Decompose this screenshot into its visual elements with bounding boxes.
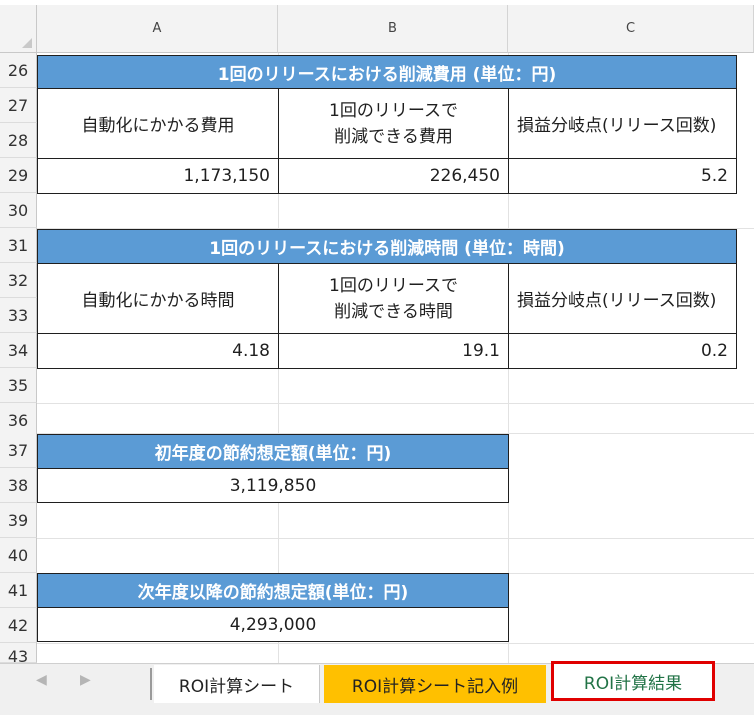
cost-breakeven-value[interactable]: 5.2 <box>508 158 737 194</box>
time-section-title[interactable]: 1回のリリースにおける削減時間 (単位：時間) <box>37 229 737 264</box>
cost-section-title[interactable]: 1回のリリースにおける削減費用 (単位：円) <box>37 55 737 89</box>
scroll-tabs-left-icon[interactable]: ◀ <box>36 672 47 688</box>
cost-saved-per-release-header[interactable]: 1回のリリースで 削減できる費用 <box>278 88 509 159</box>
time-saved-per-release-header[interactable]: 1回のリリースで 削減できる時間 <box>278 263 509 334</box>
time-automation-header[interactable]: 自動化にかかる時間 <box>37 263 279 334</box>
column-header-a[interactable]: A <box>37 5 278 53</box>
cost-breakeven-header[interactable]: 損益分岐点(リリース回数) <box>508 88 737 159</box>
tab-roi-calc-sheet[interactable]: ROI計算シート <box>154 665 320 703</box>
header-line: 削減できる費用 <box>334 126 453 147</box>
row-header-35[interactable]: 35 <box>0 368 37 403</box>
row-header-38[interactable]: 38 <box>0 468 37 503</box>
row-header-31[interactable]: 31 <box>0 228 37 263</box>
row-header-34[interactable]: 34 <box>0 333 37 368</box>
cost-saved-per-release-value[interactable]: 226,450 <box>278 158 509 194</box>
tab-divider <box>150 668 152 700</box>
row-header-42[interactable]: 42 <box>0 608 37 643</box>
row-header-40[interactable]: 40 <box>0 538 37 573</box>
time-saved-per-release-value[interactable]: 19.1 <box>278 333 509 369</box>
header-line: 1回のリリースで <box>329 100 458 121</box>
scroll-tabs-right-icon[interactable]: ▶ <box>80 672 91 688</box>
row-header-37[interactable]: 37 <box>0 433 37 468</box>
row-header-30[interactable]: 30 <box>0 193 37 228</box>
cost-automation-header[interactable]: 自動化にかかる費用 <box>37 88 279 159</box>
cost-automation-value[interactable]: 1,173,150 <box>37 158 279 194</box>
row-header-29[interactable]: 29 <box>0 158 37 193</box>
first-year-value[interactable]: 3,119,850 <box>37 468 509 503</box>
time-automation-value[interactable]: 4.18 <box>37 333 279 369</box>
tab-roi-calc-sheet-example[interactable]: ROI計算シート記入例 <box>324 665 546 703</box>
column-header-c[interactable]: C <box>508 5 754 53</box>
header-line: 削減できる時間 <box>334 301 453 322</box>
row-header-43[interactable]: 43 <box>0 643 37 663</box>
column-header-b[interactable]: B <box>278 5 508 53</box>
gridline <box>37 643 754 644</box>
gridline <box>37 538 754 539</box>
row-header-26[interactable]: 26 <box>0 53 37 88</box>
row-header-33[interactable]: 33 <box>0 298 37 333</box>
select-all-corner[interactable] <box>0 5 37 53</box>
tab-roi-calc-result[interactable]: ROI計算結果 <box>551 661 715 701</box>
row-header-39[interactable]: 39 <box>0 503 37 538</box>
next-year-value[interactable]: 4,293,000 <box>37 607 509 642</box>
time-breakeven-header[interactable]: 損益分岐点(リリース回数) <box>508 263 737 334</box>
first-year-title[interactable]: 初年度の節約想定額(単位：円) <box>37 434 509 469</box>
next-year-title[interactable]: 次年度以降の節約想定額(単位：円) <box>37 573 509 608</box>
gridline <box>37 403 754 404</box>
time-breakeven-value[interactable]: 0.2 <box>508 333 737 369</box>
header-line: 1回のリリースで <box>329 275 458 296</box>
row-header-27[interactable]: 27 <box>0 88 37 123</box>
row-header-41[interactable]: 41 <box>0 573 37 608</box>
row-header-32[interactable]: 32 <box>0 263 37 298</box>
row-header-28[interactable]: 28 <box>0 123 37 158</box>
